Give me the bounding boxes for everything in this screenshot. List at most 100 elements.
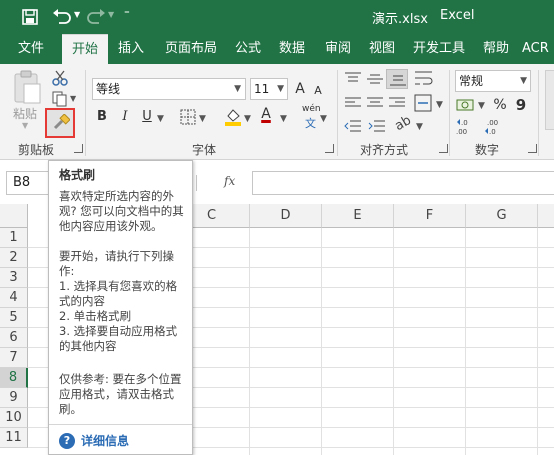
- row-header[interactable]: 6: [0, 328, 28, 348]
- percent-style-button[interactable]: %: [492, 95, 508, 115]
- number-format-value: 常规: [459, 74, 484, 88]
- decrease-indent-icon[interactable]: [344, 119, 362, 133]
- top-align-icon[interactable]: [344, 72, 362, 86]
- row-header[interactable]: 7: [0, 348, 28, 368]
- tab-acrobat[interactable]: ACR: [522, 34, 554, 64]
- font-launcher-icon[interactable]: [325, 144, 334, 153]
- borders-dropdown-icon[interactable]: ▼: [199, 114, 206, 124]
- undo-dropdown-icon[interactable]: ▼: [74, 10, 80, 19]
- tab-page-layout[interactable]: 页面布局: [156, 34, 226, 64]
- fill-color-dropdown-icon[interactable]: ▼: [244, 114, 251, 124]
- bottom-align-button[interactable]: [386, 69, 408, 89]
- font-name-select[interactable]: 等线 ▼: [92, 78, 246, 100]
- number-format-dropdown-icon[interactable]: ▼: [520, 71, 527, 91]
- row-header[interactable]: 2: [0, 248, 28, 268]
- row-header[interactable]: 10: [0, 408, 28, 428]
- phonetic-dropdown-icon[interactable]: ▼: [320, 114, 327, 124]
- tooltip-note: 仅供参考: 要在多个位置应用格式，请双击格式刷。: [59, 372, 182, 416]
- font-color-dropdown-icon[interactable]: ▼: [280, 114, 287, 124]
- insert-function-button[interactable]: fx: [224, 174, 235, 188]
- font-name-dropdown-icon[interactable]: ▼: [234, 79, 241, 99]
- column-header-partial[interactable]: [538, 204, 554, 228]
- row-header[interactable]: 9: [0, 388, 28, 408]
- cut-icon[interactable]: [52, 70, 68, 86]
- row-header-selected[interactable]: 8: [0, 368, 28, 388]
- tab-view[interactable]: 视图: [362, 34, 402, 64]
- orientation-icon[interactable]: ab: [392, 113, 414, 134]
- decrease-decimal-icon[interactable]: .00 .0: [484, 118, 506, 136]
- middle-align-icon[interactable]: [366, 72, 384, 86]
- tab-help[interactable]: 帮助: [476, 34, 516, 64]
- column-header[interactable]: D: [250, 204, 322, 228]
- align-left-icon[interactable]: [344, 96, 362, 110]
- copy-icon[interactable]: [52, 91, 68, 107]
- tab-insert[interactable]: 插入: [110, 34, 152, 64]
- comma-style-button[interactable]: 9: [514, 95, 528, 115]
- orientation-dropdown-icon[interactable]: ▼: [416, 122, 423, 132]
- tooltip-divider: [49, 424, 192, 425]
- paste-icon[interactable]: [12, 70, 42, 104]
- row-header[interactable]: 1: [0, 228, 28, 248]
- alignment-launcher-icon[interactable]: [439, 144, 448, 153]
- row-header[interactable]: 3: [0, 268, 28, 288]
- copy-dropdown-icon[interactable]: ▼: [70, 94, 76, 103]
- fill-color-icon[interactable]: [224, 107, 242, 127]
- wrap-text-icon[interactable]: [414, 70, 434, 88]
- paste-label[interactable]: 粘贴: [13, 105, 37, 122]
- column-header[interactable]: G: [466, 204, 538, 228]
- tab-file[interactable]: 文件: [8, 34, 54, 64]
- merge-center-icon[interactable]: [414, 94, 432, 112]
- tab-developer[interactable]: 开发工具: [406, 34, 472, 64]
- gridline: [249, 228, 250, 455]
- font-size-select[interactable]: 11 ▼: [250, 78, 288, 100]
- paste-dropdown-icon[interactable]: ▼: [22, 121, 28, 130]
- increase-indent-icon[interactable]: [368, 119, 386, 133]
- align-center-icon[interactable]: [366, 96, 384, 110]
- group-divider: [538, 70, 539, 156]
- clipboard-launcher-icon[interactable]: [74, 144, 83, 153]
- tooltip-help-link[interactable]: ? 详细信息: [59, 431, 129, 449]
- formula-input[interactable]: [252, 171, 554, 195]
- redo-dropdown-icon[interactable]: ▼: [108, 10, 114, 19]
- underline-button[interactable]: U: [139, 107, 155, 127]
- column-header[interactable]: E: [322, 204, 394, 228]
- italic-button[interactable]: I: [117, 107, 133, 127]
- tooltip-help-label[interactable]: 详细信息: [81, 432, 129, 450]
- bold-button[interactable]: B: [94, 107, 110, 127]
- row-header[interactable]: 4: [0, 288, 28, 308]
- tab-review[interactable]: 审阅: [318, 34, 358, 64]
- tab-data[interactable]: 数据: [272, 34, 312, 64]
- increase-decimal-icon[interactable]: .0 .00: [456, 118, 478, 136]
- tab-formulas[interactable]: 公式: [228, 34, 268, 64]
- borders-icon[interactable]: [180, 109, 196, 125]
- save-icon[interactable]: [22, 9, 38, 25]
- font-color-button[interactable]: A: [259, 104, 273, 124]
- underline-dropdown-icon[interactable]: ▼: [157, 114, 164, 124]
- svg-text:.0: .0: [489, 128, 496, 136]
- font-size-value: 11: [254, 82, 270, 96]
- increase-font-size-button[interactable]: A: [292, 79, 308, 99]
- select-all-corner[interactable]: [0, 204, 28, 228]
- phonetic-button[interactable]: wén: [302, 104, 321, 114]
- help-icon: ?: [59, 432, 75, 449]
- align-right-icon[interactable]: [388, 96, 406, 110]
- number-format-select[interactable]: 常规 ▼: [455, 70, 531, 92]
- customize-quick-access-icon[interactable]: ⁼: [124, 7, 130, 20]
- merge-dropdown-icon[interactable]: ▼: [436, 100, 443, 110]
- phonetic-icon[interactable]: 文: [305, 115, 316, 131]
- decrease-font-size-button[interactable]: A: [311, 81, 325, 101]
- font-size-dropdown-icon[interactable]: ▼: [277, 79, 284, 99]
- number-launcher-icon[interactable]: [528, 144, 537, 153]
- gridline: [465, 228, 466, 455]
- styles-group-partial[interactable]: [545, 70, 554, 130]
- accounting-dropdown-icon[interactable]: ▼: [478, 101, 485, 111]
- format-painter-icon: [53, 114, 70, 130]
- tab-home[interactable]: 开始: [62, 34, 108, 64]
- column-header[interactable]: F: [394, 204, 466, 228]
- undo-icon[interactable]: [52, 8, 72, 26]
- accounting-format-icon[interactable]: [456, 97, 476, 113]
- row-header[interactable]: 5: [0, 308, 28, 328]
- redo-icon[interactable]: [86, 8, 106, 26]
- format-painter-button[interactable]: [45, 108, 75, 138]
- row-header[interactable]: 11: [0, 428, 28, 448]
